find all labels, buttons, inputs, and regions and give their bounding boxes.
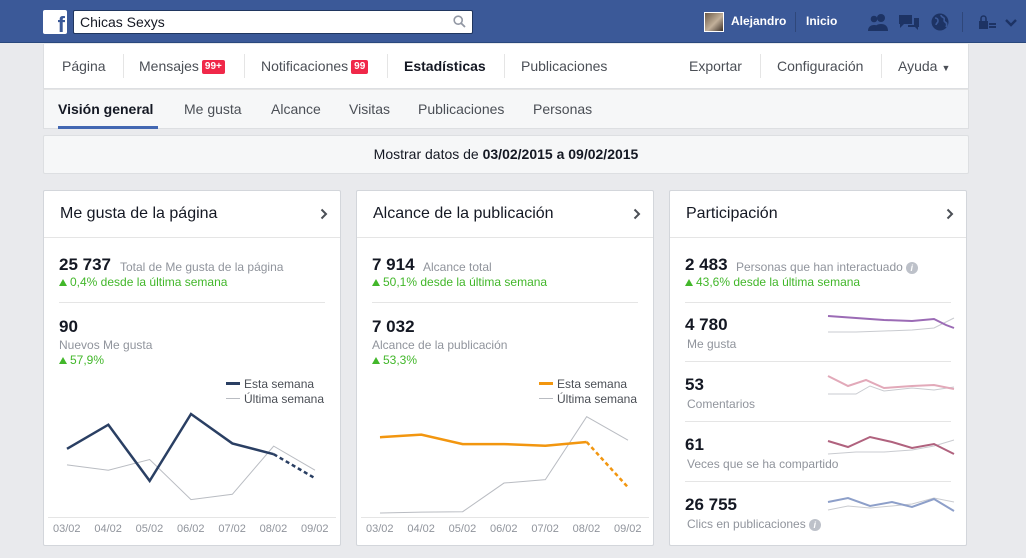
card-header[interactable]: Participación	[670, 191, 966, 238]
shares-value: 61	[685, 435, 704, 454]
active-tab-indicator	[58, 126, 158, 129]
x-tick-label: 07/02	[531, 523, 559, 535]
divider	[123, 54, 124, 78]
x-tick-label: 08/02	[572, 523, 601, 535]
reach-line-chart	[379, 416, 629, 514]
caret-down-icon: ▼	[941, 63, 951, 73]
card-title[interactable]: Participación	[686, 205, 778, 223]
divider	[962, 12, 963, 32]
info-icon[interactable]: i	[808, 519, 821, 531]
x-tick-label: 09/02	[614, 523, 642, 535]
search-box[interactable]	[73, 10, 473, 34]
subtab-personas[interactable]: Personas	[533, 101, 592, 117]
likes-line-chart	[66, 412, 316, 501]
subtab-vision-general[interactable]: Visión general	[58, 101, 153, 117]
series-line-1	[66, 445, 316, 501]
friend-requests-icon[interactable]	[866, 12, 890, 35]
notifications-count-badge: 99	[351, 60, 369, 74]
tab-estadisticas[interactable]: Estadísticas	[404, 58, 486, 74]
x-tick-label: 03/02	[53, 523, 81, 535]
x-tick-label: 03/02	[366, 523, 394, 535]
x-tick-label: 09/02	[301, 523, 329, 535]
tab-mensajes[interactable]: Mensajes 99+	[139, 58, 225, 74]
likes-sparkline	[827, 315, 955, 333]
subtab-alcance[interactable]: Alcance	[271, 101, 321, 117]
account-settings-icon[interactable]	[1003, 12, 1019, 35]
subtab-me-gusta[interactable]: Me gusta	[184, 101, 242, 117]
privacy-shortcuts-icon[interactable]	[976, 12, 998, 35]
post-reach-card: Alcance de la publicación 7 914 Alcance …	[356, 190, 654, 546]
divider	[387, 54, 388, 78]
chevron-right-icon[interactable]	[946, 208, 954, 223]
x-axis: 03/02 04/02 05/02 06/02 07/02 08/02 09/02	[48, 517, 336, 539]
x-tick-label: 04/02	[407, 523, 435, 535]
user-avatar[interactable]	[704, 12, 724, 32]
insights-sub-nav: Visión general Me gusta Alcance Visitas …	[43, 89, 969, 129]
info-icon[interactable]: i	[905, 262, 918, 274]
series-line-0	[379, 433, 587, 448]
date-range-bar: Mostrar datos de 03/02/2015 a 09/02/2015	[43, 135, 969, 174]
series-line-1	[379, 416, 629, 514]
series-line-partial-0	[585, 441, 629, 489]
post-clicks-value: 26 755	[685, 495, 737, 514]
divider	[244, 54, 245, 78]
x-tick-label: 05/02	[135, 523, 164, 535]
people-engaged-value: 2 483	[685, 255, 728, 274]
post-clicks-label: Clics en publicaciones i	[687, 517, 821, 531]
comments-label: Comentarios	[687, 397, 756, 411]
divider	[504, 54, 505, 78]
divider	[685, 421, 951, 422]
export-link[interactable]: Exportar	[689, 58, 742, 74]
x-tick-label: 04/02	[94, 523, 122, 535]
engagement-likes-label: Me gusta	[687, 337, 737, 351]
date-range-prefix: Mostrar datos de	[373, 146, 479, 162]
comments-value: 53	[685, 375, 704, 394]
search-icon[interactable]	[453, 15, 466, 31]
shares-label: Veces que se ha compartido	[687, 457, 839, 471]
date-range-connector: a	[556, 146, 565, 162]
shares-sparkline	[827, 435, 955, 455]
tab-notificaciones[interactable]: Notificaciones 99	[261, 58, 369, 74]
top-bar: f Alejandro Inicio	[0, 0, 1026, 43]
divider	[795, 12, 796, 32]
date-range-end: 09/02/2015	[568, 146, 639, 162]
engagement-card: Participación 2 483 Personas que han int…	[669, 190, 967, 546]
divider	[760, 54, 761, 78]
x-tick-label: 07/02	[218, 523, 246, 535]
x-tick-label: 06/02	[177, 523, 205, 535]
divider	[685, 481, 951, 482]
divider	[881, 54, 882, 78]
notifications-globe-icon[interactable]	[929, 12, 951, 35]
engagement-likes-value: 4 780	[685, 315, 728, 334]
divider	[685, 361, 951, 362]
series-line-0	[66, 412, 274, 484]
search-input[interactable]	[80, 14, 440, 30]
x-tick-label: 06/02	[490, 523, 518, 535]
help-dropdown[interactable]: Ayuda ▼	[898, 58, 950, 74]
date-range-start: 03/02/2015	[482, 146, 553, 162]
people-engaged-change: 43,6% desde la última semana	[685, 275, 860, 289]
messages-count-badge: 99+	[201, 60, 225, 74]
page-likes-card: Me gusta de la página 25 737 Total de Me…	[43, 190, 341, 546]
x-tick-label: 08/02	[259, 523, 288, 535]
x-axis: 03/02 04/02 05/02 06/02 07/02 08/02 09/02	[361, 517, 649, 539]
facebook-logo-icon[interactable]: f	[43, 10, 67, 36]
comments-sparkline	[827, 375, 955, 395]
tab-publicaciones[interactable]: Publicaciones	[521, 58, 607, 74]
post-clicks-sparkline	[827, 496, 955, 512]
divider	[685, 302, 951, 303]
settings-link[interactable]: Configuración	[777, 58, 863, 74]
subtab-publicaciones[interactable]: Publicaciones	[418, 101, 504, 117]
tab-pagina[interactable]: Página	[62, 58, 106, 74]
messages-icon[interactable]	[897, 12, 921, 35]
subtab-visitas[interactable]: Visitas	[349, 101, 390, 117]
page-nav: Página Mensajes 99+ Notificaciones 99 Esta…	[43, 44, 969, 89]
user-name-link[interactable]: Alejandro	[731, 14, 786, 28]
x-tick-label: 05/02	[448, 523, 477, 535]
people-engaged-label: Personas que han interactuado i	[736, 260, 918, 274]
home-link[interactable]: Inicio	[806, 14, 837, 28]
up-arrow-icon	[685, 279, 693, 286]
